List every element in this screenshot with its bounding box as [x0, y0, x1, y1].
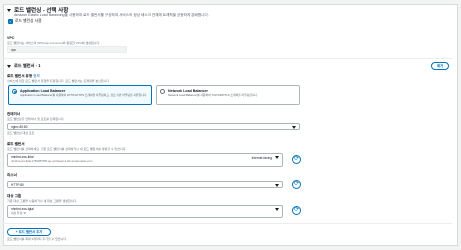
lb-title: 로드 밸런서 - 1 [14, 63, 41, 68]
chevron-down-icon [275, 184, 279, 187]
caret-down-icon [7, 8, 11, 12]
refresh-icon[interactable]: ⟳ [292, 206, 301, 215]
lb-type-label-text: 로드 밸런서 유형 [7, 74, 33, 78]
load-balancer-sub: 로드 밸런서를 선택하세요. 기존 로드 밸런서를 선택하거나 새 로드 밸런서… [7, 147, 127, 151]
refresh-icon[interactable]: ⟳ [292, 155, 301, 164]
divider [3, 58, 452, 59]
checkbox-label: 로드 밸런싱 사용 [15, 19, 42, 23]
load-balancer-select[interactable]: nhnfnd-ecs-lbial nhnfnd-ecs-lbial-178938… [7, 153, 283, 167]
listener-label: 리스너 [7, 173, 17, 177]
divider [3, 223, 452, 224]
container-hint: 로드 밸런싱 대상 포트 [7, 131, 35, 135]
lb-header[interactable]: 로드 밸런서 - 1 [7, 63, 40, 69]
remove-lb-button[interactable]: 제거 [431, 62, 449, 70]
container-select[interactable]: nginx 80:80 [7, 123, 300, 130]
chevron-down-icon [275, 208, 279, 211]
add-hint: 로드 밸런서를 최대 5개까지 추가할 수 있습니다. [7, 237, 67, 241]
listener-select[interactable]: HTTP:80 [7, 181, 283, 188]
add-load-balancer-button[interactable]: + 로드 밸런서 추가 [7, 228, 51, 236]
listener-value: HTTP:80 [11, 183, 24, 187]
lb-scheme: Internet-facing [251, 156, 272, 160]
alb-option-card[interactable]: Application Load Balancer Application Lo… [8, 85, 152, 105]
caret-down-icon [7, 64, 11, 68]
info-link[interactable]: 정보 [33, 74, 40, 78]
chevron-down-icon [275, 156, 279, 159]
enable-lb-checkbox-row[interactable]: ✓ 로드 밸런싱 사용 [8, 19, 42, 24]
target-group-select[interactable]: nhnfnd-ecs-tgial 대상 유형: IP [7, 205, 283, 218]
lb-dns: nhnfnd-ecs-lbial-1789387596.ap-northeast… [11, 159, 93, 163]
container-sub: 로드 밸런싱할 컨테이너 및 포트를 선택합니다. [7, 117, 65, 121]
vpc-sub: 로드 밸런서는 서비스의 VPC(vpc-xxxxxxxx)와 동일한 VPC에… [7, 41, 101, 45]
checkbox-checked-icon[interactable]: ✓ [8, 19, 13, 24]
nlb-desc: Network Load Balancer를 사용하여 TCP/UDP/TLS … [168, 93, 258, 97]
refresh-icon[interactable]: ⟳ [292, 180, 301, 189]
alb-desc: Application Load Balancer를 사용하여 HTTP/HTT… [20, 93, 147, 97]
target-group-sub: 기존 대상 그룹을 사용하거나 새 대상 그룹을 생성합니다. [7, 199, 78, 203]
tg-type: 대상 유형: IP [11, 211, 27, 215]
nlb-option-card[interactable]: Network Load Balancer Network Load Balan… [156, 85, 300, 105]
chevron-down-icon [292, 126, 296, 129]
vpc-label: VPC [7, 36, 15, 40]
container-select-value: nginx 80:80 [11, 125, 28, 129]
radio-selected-icon[interactable] [12, 89, 17, 94]
radio-unselected-icon[interactable] [160, 89, 165, 94]
section-description: Amazon Elastic Load Balancing을 사용하여 로드 밸… [14, 13, 209, 17]
vpc-value: vpc [7, 46, 127, 53]
lb-type-sub: 서비스에 대한 로드 밸런서 유형을 지정합니다. 로드 밸런서는 트래픽을 분… [7, 79, 111, 83]
